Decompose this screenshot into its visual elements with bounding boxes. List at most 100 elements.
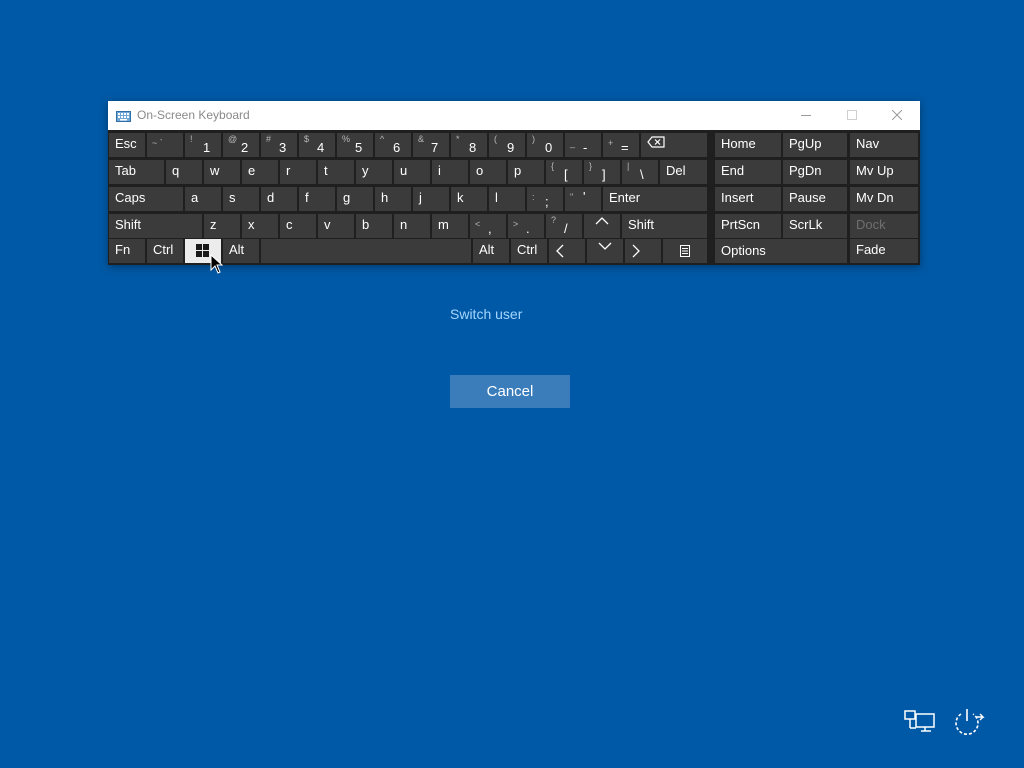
- key-quote[interactable]: " ': [565, 187, 601, 211]
- key-d[interactable]: d: [261, 187, 297, 211]
- key-j[interactable]: j: [413, 187, 449, 211]
- key-arrow-up[interactable]: [584, 214, 620, 238]
- key-h[interactable]: h: [375, 187, 411, 211]
- close-button[interactable]: [874, 101, 920, 130]
- key-backspace[interactable]: [641, 133, 707, 157]
- key-m[interactable]: m: [432, 214, 468, 238]
- key-1[interactable]: ! 1: [185, 133, 221, 157]
- key-z[interactable]: z: [204, 214, 240, 238]
- key-tilde[interactable]: ~ `: [147, 133, 183, 157]
- key-tab[interactable]: Tab: [109, 160, 164, 184]
- key-insert[interactable]: Insert: [715, 187, 781, 211]
- key-semicolon[interactable]: :;: [527, 187, 563, 211]
- key-y[interactable]: y: [356, 160, 392, 184]
- key-6[interactable]: ^ 6: [375, 133, 411, 157]
- key-f[interactable]: f: [299, 187, 335, 211]
- key-home[interactable]: Home: [715, 133, 781, 157]
- key-left-bracket[interactable]: {[: [546, 160, 582, 184]
- on-screen-keyboard-window: On-Screen Keyboard Esc ~ ` ! 1 @2 #3 $4 %…: [108, 101, 920, 265]
- key-left-ctrl[interactable]: Ctrl: [147, 239, 183, 263]
- key-period[interactable]: >.: [508, 214, 544, 238]
- key-v[interactable]: v: [318, 214, 354, 238]
- key-5[interactable]: % 5: [337, 133, 373, 157]
- key-u[interactable]: u: [394, 160, 430, 184]
- key-l[interactable]: l: [489, 187, 525, 211]
- key-backslash[interactable]: | \: [622, 160, 658, 184]
- key-n[interactable]: n: [394, 214, 430, 238]
- key-x[interactable]: x: [242, 214, 278, 238]
- power-icon[interactable]: [950, 706, 986, 743]
- key-minus[interactable]: _ -: [565, 133, 601, 157]
- key-enter[interactable]: Enter: [603, 187, 707, 211]
- arrow-up-icon: [595, 217, 609, 225]
- key-mv-dn[interactable]: Mv Dn: [850, 187, 918, 211]
- key-g[interactable]: g: [337, 187, 373, 211]
- switch-user-link[interactable]: Switch user: [450, 306, 522, 322]
- key-9[interactable]: (9: [489, 133, 525, 157]
- key-4[interactable]: $4: [299, 133, 335, 157]
- cancel-button[interactable]: Cancel: [450, 375, 570, 408]
- key-esc[interactable]: Esc: [109, 133, 145, 157]
- osk-titlebar[interactable]: On-Screen Keyboard: [108, 101, 920, 130]
- key-options[interactable]: Options: [715, 239, 847, 263]
- key-s[interactable]: s: [223, 187, 259, 211]
- keyboard-icon: [116, 109, 131, 122]
- key-a[interactable]: a: [185, 187, 221, 211]
- key-context-menu[interactable]: [663, 239, 707, 263]
- key-right-alt[interactable]: Alt: [473, 239, 509, 263]
- key-scrlk[interactable]: ScrLk: [783, 214, 847, 238]
- key-arrow-right[interactable]: [625, 239, 661, 263]
- key-space[interactable]: [261, 239, 471, 263]
- key-pause[interactable]: Pause: [783, 187, 847, 211]
- key-e[interactable]: e: [242, 160, 278, 184]
- key-pgdn[interactable]: PgDn: [783, 160, 847, 184]
- key-c[interactable]: c: [280, 214, 316, 238]
- key-right-ctrl[interactable]: Ctrl: [511, 239, 547, 263]
- key-mv-up[interactable]: Mv Up: [850, 160, 918, 184]
- key-k[interactable]: k: [451, 187, 487, 211]
- key-7[interactable]: & 7: [413, 133, 449, 157]
- network-icon[interactable]: [904, 708, 936, 741]
- arrow-right-icon: [632, 244, 640, 258]
- key-arrow-down[interactable]: [587, 239, 623, 263]
- key-p[interactable]: p: [508, 160, 544, 184]
- minimize-button[interactable]: [783, 101, 829, 130]
- context-menu-icon: [680, 245, 690, 257]
- key-comma[interactable]: <,: [470, 214, 506, 238]
- key-i[interactable]: i: [432, 160, 468, 184]
- key-r[interactable]: r: [280, 160, 316, 184]
- key-equals[interactable]: + =: [603, 133, 639, 157]
- key-del[interactable]: Del: [660, 160, 707, 184]
- key-3[interactable]: #3: [261, 133, 297, 157]
- key-t[interactable]: t: [318, 160, 354, 184]
- key-fn[interactable]: Fn: [109, 239, 145, 263]
- key-end[interactable]: End: [715, 160, 781, 184]
- key-left-shift[interactable]: Shift: [109, 214, 202, 238]
- windows-logo-icon: [196, 244, 209, 257]
- key-nav[interactable]: Nav: [850, 133, 918, 157]
- key-right-bracket[interactable]: }]: [584, 160, 620, 184]
- maximize-button[interactable]: [829, 101, 875, 130]
- key-q[interactable]: q: [166, 160, 202, 184]
- key-o[interactable]: o: [470, 160, 506, 184]
- key-arrow-left[interactable]: [549, 239, 585, 263]
- key-left-alt[interactable]: Alt: [223, 239, 259, 263]
- arrow-left-icon: [556, 244, 564, 258]
- key-0[interactable]: ) 0: [527, 133, 563, 157]
- key-2[interactable]: @2: [223, 133, 259, 157]
- key-8[interactable]: * 8: [451, 133, 487, 157]
- mouse-cursor-icon: [210, 253, 224, 279]
- arrow-down-icon: [598, 242, 612, 250]
- key-b[interactable]: b: [356, 214, 392, 238]
- key-w[interactable]: w: [204, 160, 240, 184]
- key-slash[interactable]: ? /: [546, 214, 582, 238]
- key-prtscn[interactable]: PrtScn: [715, 214, 781, 238]
- key-pgup[interactable]: PgUp: [783, 133, 847, 157]
- key-caps[interactable]: Caps: [109, 187, 183, 211]
- key-right-shift[interactable]: Shift: [622, 214, 707, 238]
- key-fade[interactable]: Fade: [850, 239, 918, 263]
- close-icon: [892, 110, 902, 120]
- backspace-icon: [647, 136, 665, 148]
- minimize-icon: [801, 115, 811, 116]
- key-dock[interactable]: Dock: [850, 214, 918, 238]
